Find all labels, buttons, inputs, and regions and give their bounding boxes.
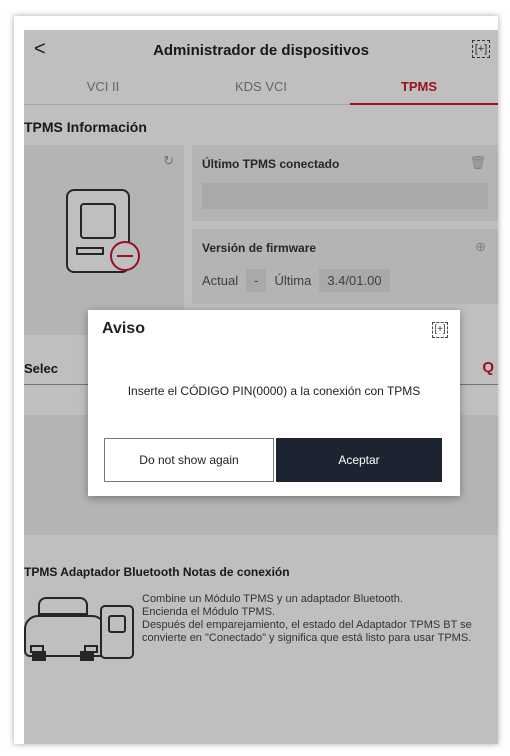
device-manager-screen: < Administrador de dispositivos [+] VCI … — [24, 30, 498, 744]
dialog-message: Inserte el CÓDIGO PIN(0000) a la conexió… — [127, 384, 421, 398]
app-window: < Administrador de dispositivos [+] VCI … — [14, 16, 498, 744]
notice-dialog: Aviso [+] Inserte el CÓDIGO PIN(0000) a … — [88, 310, 460, 496]
dialog-title: Aviso — [102, 320, 145, 337]
expand-icon[interactable]: [+] — [432, 322, 448, 338]
accept-button[interactable]: Aceptar — [276, 438, 442, 482]
do-not-show-again-button[interactable]: Do not show again — [104, 438, 274, 482]
